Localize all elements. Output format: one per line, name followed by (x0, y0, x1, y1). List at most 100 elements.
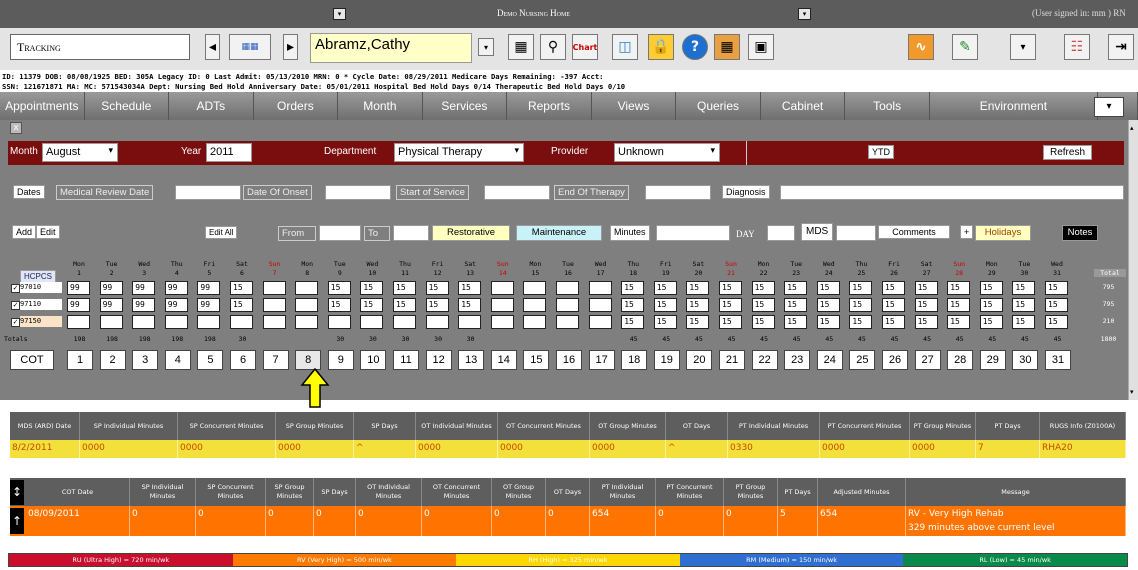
minutes-cell[interactable]: 15 (425, 281, 449, 295)
minutes-cell[interactable]: 15 (1012, 315, 1036, 329)
minutes-cell[interactable] (262, 298, 286, 312)
minutes-cell[interactable]: 15 (327, 281, 351, 295)
cot-day-3[interactable]: 3 (132, 350, 159, 370)
cot-day-19[interactable]: 19 (653, 350, 680, 370)
minutes-cell[interactable]: 15 (882, 315, 905, 329)
minutes-cell[interactable]: 15 (816, 298, 840, 312)
from-input[interactable] (319, 225, 361, 241)
maintenance-toggle[interactable]: Maintenance (516, 225, 602, 241)
minutes-cell[interactable]: 15 (947, 281, 971, 295)
minutes-cell[interactable]: 99 (132, 298, 156, 312)
minutes-cell[interactable]: 15 (458, 281, 482, 295)
cot-day-5[interactable]: 5 (197, 350, 224, 370)
minutes-cell[interactable] (490, 298, 514, 312)
minutes-cell[interactable]: 15 (882, 281, 905, 295)
minutes-cell[interactable]: 15 (849, 298, 873, 312)
minutes-cell[interactable] (132, 315, 156, 329)
minutes-cell[interactable]: 15 (393, 298, 416, 312)
minutes-cell[interactable]: 15 (1012, 298, 1036, 312)
minutes-cell[interactable]: 99 (197, 298, 221, 312)
edit-all-button[interactable]: Edit All (205, 226, 238, 239)
minutes-cell[interactable]: 15 (914, 315, 938, 329)
minutes-cell[interactable]: 99 (164, 298, 188, 312)
row-checkbox[interactable]: ✓ (11, 284, 20, 293)
department-select[interactable]: Physical Therapy ▾ (394, 143, 524, 162)
help-icon[interactable]: ? (682, 34, 708, 60)
minutes-cell[interactable]: 15 (458, 298, 482, 312)
cot-day-14[interactable]: 14 (490, 350, 517, 370)
provider-select[interactable]: Unknown ▾ (614, 143, 720, 162)
cot-day-16[interactable]: 16 (556, 350, 582, 370)
cot-day-11[interactable]: 11 (393, 350, 419, 370)
prev-patient-button[interactable]: ◂ (205, 34, 220, 60)
minutes-cell[interactable] (523, 298, 547, 312)
minutes-cell[interactable]: 15 (816, 315, 840, 329)
app-dropdown-toggle[interactable]: ▾ (333, 8, 346, 20)
chart-icon[interactable]: Chart (572, 34, 598, 60)
rss-icon[interactable]: ∿ (908, 34, 934, 60)
minutes-cell[interactable]: 15 (784, 315, 808, 329)
minutes-cell[interactable]: 15 (914, 281, 938, 295)
minutes-cell[interactable]: 15 (230, 298, 253, 312)
minutes-cell[interactable] (295, 315, 319, 329)
nav-item-appointments[interactable]: Appointments (0, 92, 85, 120)
nav-item-month[interactable]: Month (338, 92, 423, 120)
minutes-cell[interactable]: 15 (393, 281, 416, 295)
row-checkbox[interactable]: ✓ (11, 301, 20, 310)
comments-button[interactable]: Comments (878, 225, 950, 239)
minutes-cell[interactable] (458, 315, 482, 329)
onset-input[interactable] (325, 185, 391, 200)
minutes-cell[interactable]: 99 (132, 281, 156, 295)
minutes-cell[interactable] (262, 281, 286, 295)
minutes-cell[interactable]: 15 (979, 281, 1003, 295)
cot-day-12[interactable]: 12 (425, 350, 452, 370)
minutes-cell[interactable] (67, 315, 90, 329)
minutes-cell[interactable]: 99 (99, 281, 123, 295)
minutes-cell[interactable]: 99 (197, 281, 221, 295)
minutes-cell[interactable] (164, 315, 188, 329)
minutes-input[interactable] (656, 225, 730, 241)
minutes-cell[interactable] (327, 315, 351, 329)
nav-item-orders[interactable]: Orders (254, 92, 339, 120)
minutes-cell[interactable]: 15 (360, 281, 384, 295)
minutes-cell[interactable] (490, 315, 514, 329)
cot-day-10[interactable]: 10 (360, 350, 387, 370)
minutes-cell[interactable] (393, 315, 416, 329)
minutes-cell[interactable] (490, 281, 514, 295)
minutes-cell[interactable] (523, 315, 547, 329)
edit-button[interactable]: Edit (36, 225, 60, 239)
cot-day-25[interactable]: 25 (849, 350, 876, 370)
scroll-down-icon[interactable]: ▾ (1130, 388, 1134, 396)
minutes-cell[interactable]: 15 (751, 315, 775, 329)
grid-icon[interactable]: ▦ (714, 34, 740, 60)
minutes-cell[interactable]: 15 (1012, 281, 1036, 295)
minutes-cell[interactable]: 15 (621, 298, 645, 312)
cot-day-27[interactable]: 27 (914, 350, 941, 370)
lock-icon[interactable]: 🔒 (648, 34, 674, 60)
minutes-cell[interactable]: 15 (719, 315, 742, 329)
minutes-cell[interactable]: 15 (1045, 281, 1068, 295)
minutes-cell[interactable]: 15 (784, 298, 808, 312)
minutes-cell[interactable]: 15 (653, 281, 677, 295)
minutes-cell[interactable]: 15 (425, 298, 449, 312)
diagnosis-input[interactable] (780, 185, 1124, 200)
search-icon[interactable]: ⚲ (540, 34, 566, 60)
cot-day-7[interactable]: 7 (262, 350, 289, 370)
minutes-cell[interactable] (99, 315, 123, 329)
minutes-cell[interactable]: 15 (621, 281, 645, 295)
patient-name-field[interactable]: Abramz,Cathy (310, 33, 472, 63)
year-input[interactable]: 2011 (206, 143, 252, 162)
minutes-cell[interactable] (262, 315, 286, 329)
nav-item-adts[interactable]: ADTs (169, 92, 254, 120)
minutes-cell[interactable]: 15 (947, 315, 971, 329)
minutes-cell[interactable] (360, 315, 384, 329)
calculator-icon[interactable]: ▦ (508, 34, 534, 60)
cot-day-21[interactable]: 21 (719, 350, 745, 370)
minutes-cell[interactable] (295, 298, 319, 312)
up-arrow-icon[interactable]: ↑ (10, 508, 24, 534)
minutes-cell[interactable]: 15 (1045, 315, 1068, 329)
cot-day-1[interactable]: 1 (67, 350, 93, 370)
mds-input[interactable] (836, 225, 876, 241)
ytd-button[interactable]: YTD (868, 145, 894, 159)
module-field[interactable]: Tracking (10, 34, 190, 60)
